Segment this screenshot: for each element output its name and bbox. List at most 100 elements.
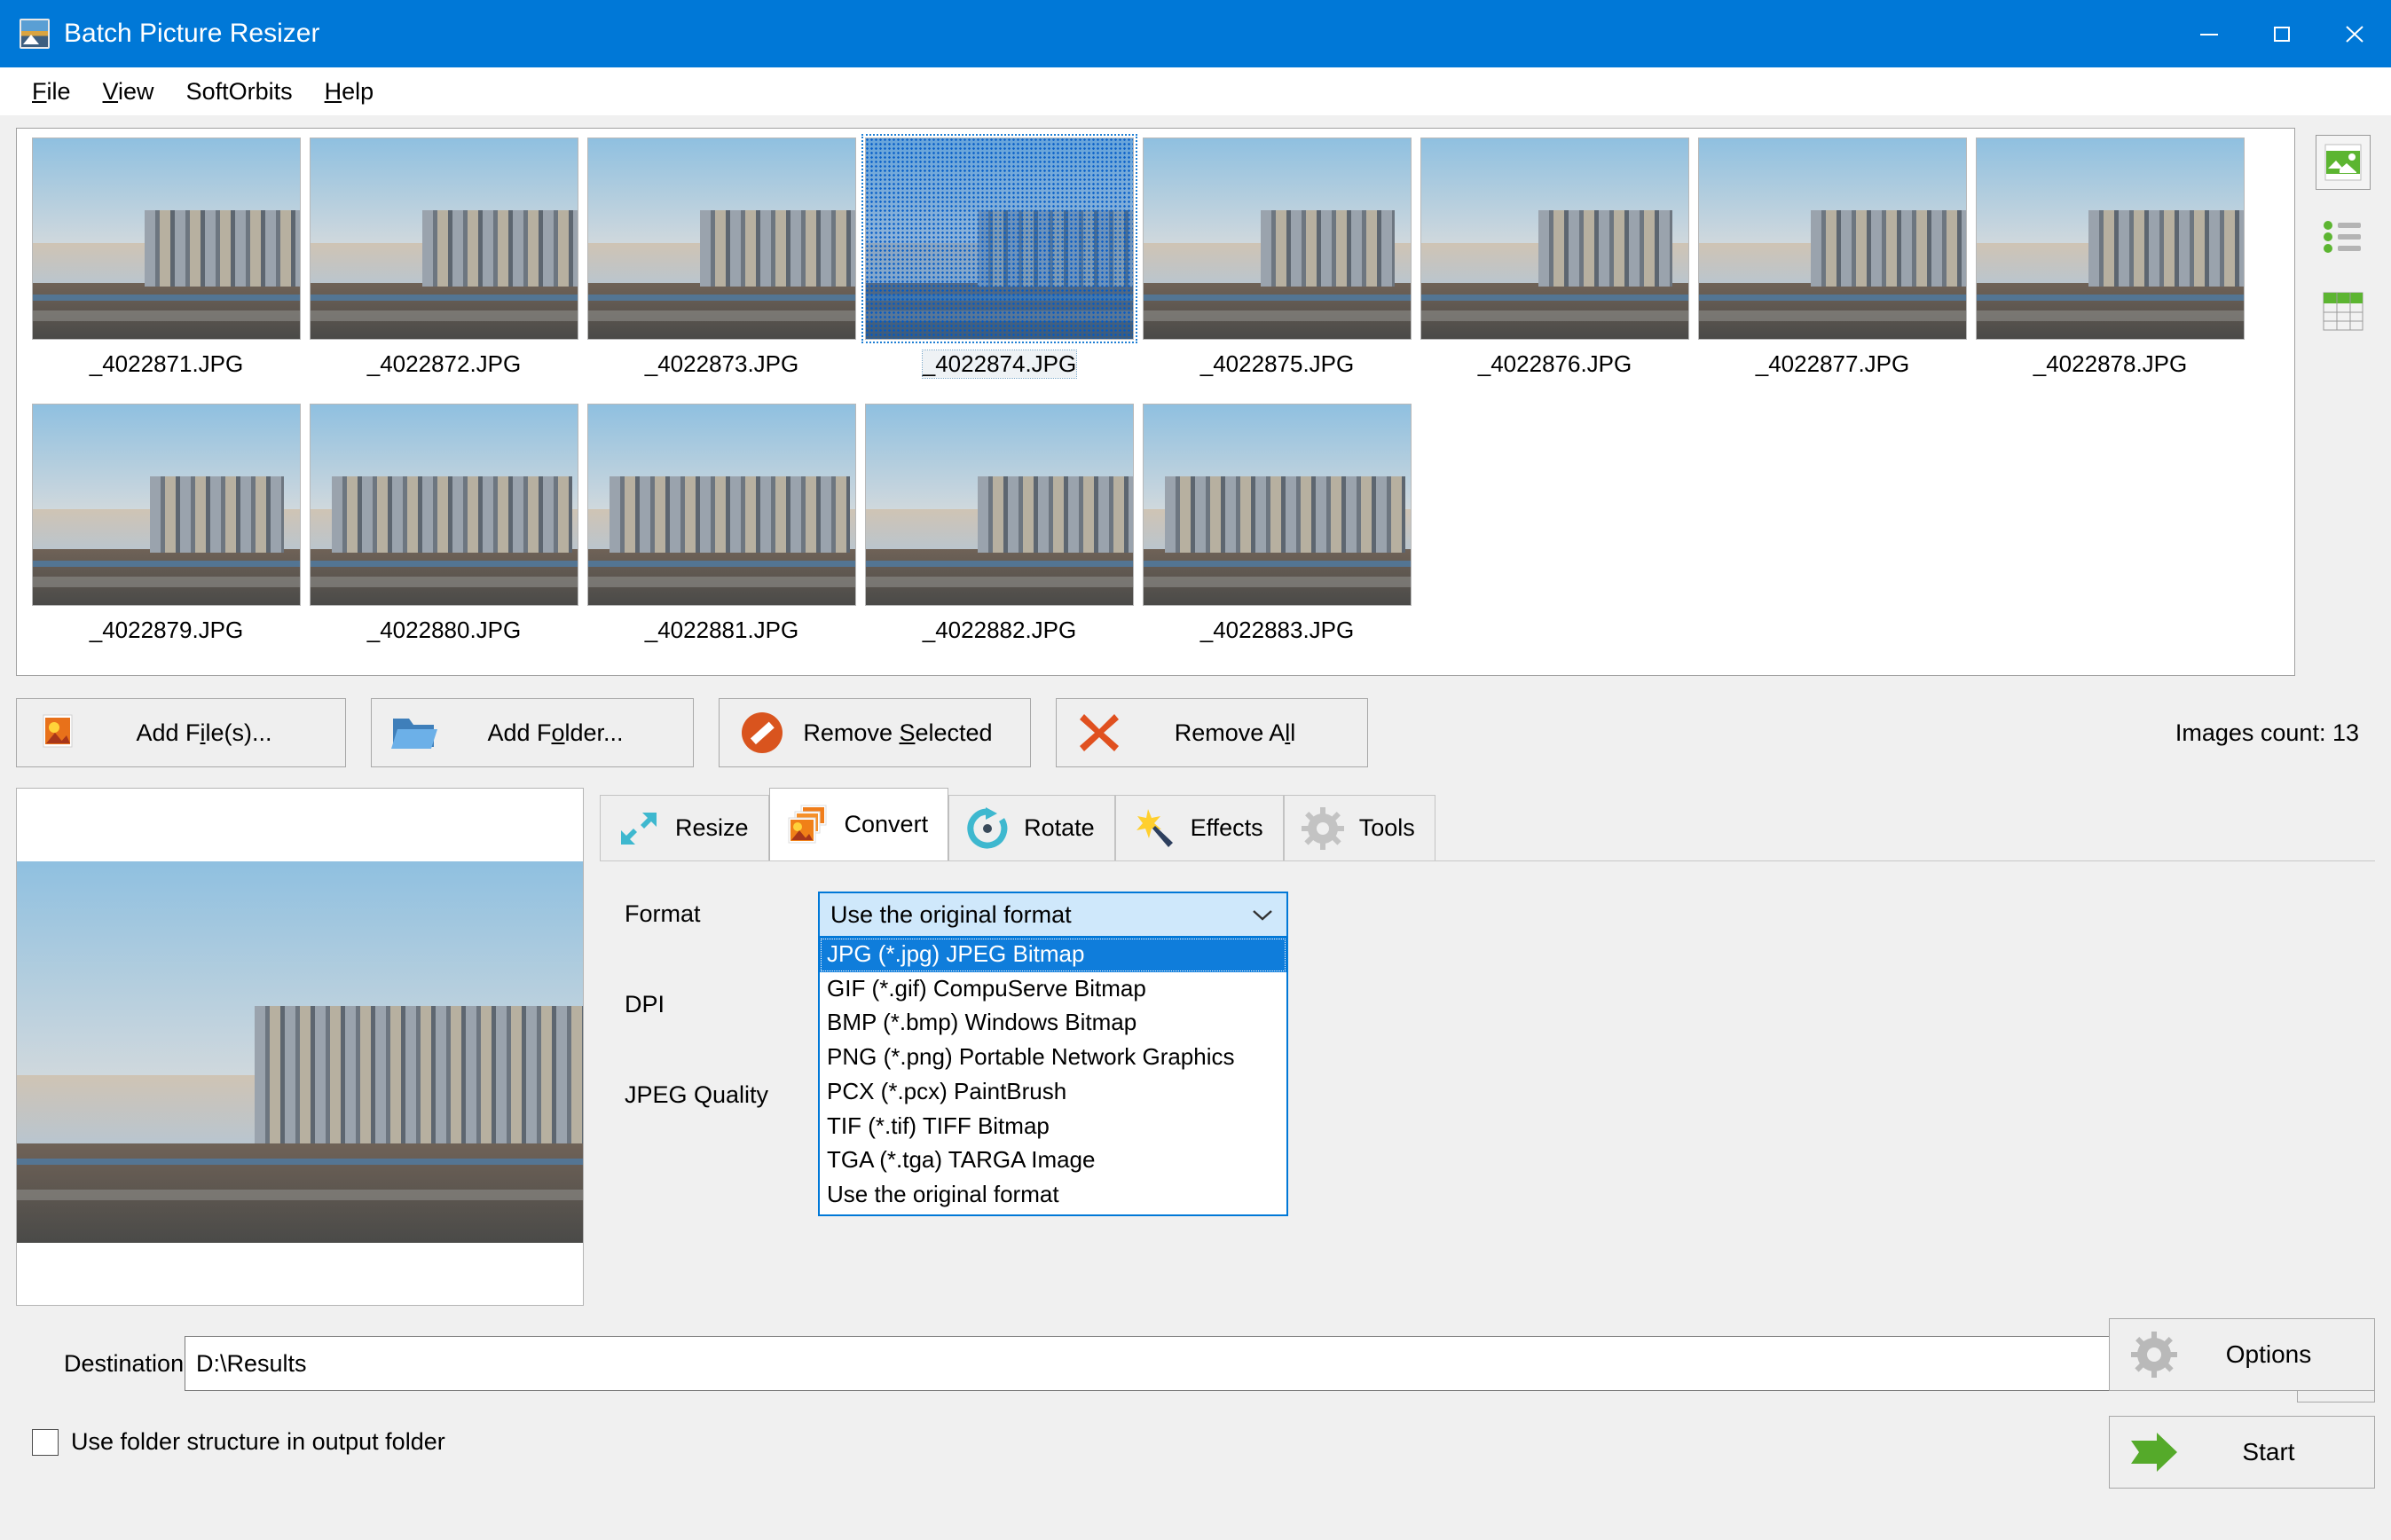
format-option[interactable]: TGA (*.tga) TARGA Image: [820, 1143, 1286, 1178]
menu-softorbits[interactable]: SoftOrbits: [170, 75, 309, 109]
list-view-icon[interactable]: [2316, 209, 2371, 264]
format-option[interactable]: PCX (*.pcx) PaintBrush: [820, 1075, 1286, 1110]
thumbnail-item[interactable]: _4022872.JPG: [305, 138, 583, 404]
gear-icon: [1299, 805, 1347, 852]
red-x-icon: [1073, 706, 1126, 759]
start-button[interactable]: Start: [2109, 1416, 2375, 1489]
thumbnail-list[interactable]: _4022871.JPG _4022872.JPG _4022873.JPG _402…: [16, 128, 2295, 676]
thumbnail-image: [587, 404, 856, 606]
thumbnail-filename: _4022876.JPG: [1477, 350, 1632, 377]
tab-label: Tools: [1358, 814, 1415, 841]
convert-images-icon: [784, 801, 832, 849]
thumbnail-item[interactable]: _4022874.JPG: [861, 134, 1138, 404]
menu-help[interactable]: Help: [309, 75, 390, 109]
preview-panel: [16, 788, 584, 1306]
format-combobox[interactable]: Use the original format: [818, 892, 1288, 938]
destination-input[interactable]: D:\Results: [185, 1336, 2276, 1391]
thumbnail-filename: _4022874.JPG: [921, 350, 1078, 379]
thumbnail-filename: _4022878.JPG: [2033, 350, 2188, 377]
format-option[interactable]: PNG (*.png) Portable Network Graphics: [820, 1041, 1286, 1075]
gear-icon: [2122, 1330, 2186, 1379]
thumbnail-image: [1976, 138, 2245, 340]
thumbnail-item[interactable]: _4022881.JPG: [583, 404, 861, 670]
thumbnail-item[interactable]: _4022871.JPG: [28, 138, 305, 404]
tab-effects[interactable]: Effects: [1114, 795, 1284, 860]
tab-strip: Resize Convert Rotate Effects Tools: [600, 788, 2375, 860]
tab-rotate[interactable]: Rotate: [948, 795, 1115, 860]
thumbnail-filename: _4022882.JPG: [922, 617, 1077, 643]
thumbnail-image: [1420, 138, 1689, 340]
thumbnail-image: [1698, 138, 1967, 340]
tab-label: Resize: [675, 814, 749, 841]
app-picture-icon: [20, 19, 50, 49]
options-start-group: Options Start: [2109, 1318, 2375, 1489]
use-folder-structure-label: Use folder structure in output folder: [71, 1428, 445, 1455]
tab-convert[interactable]: Convert: [768, 788, 949, 860]
thumbnail-image: [310, 404, 578, 606]
add-folder-button[interactable]: Add Folder...: [371, 698, 694, 767]
format-option[interactable]: GIF (*.gif) CompuServe Bitmap: [820, 972, 1286, 1007]
tab-label: Effects: [1190, 814, 1263, 841]
thumbnail-item[interactable]: _4022877.JPG: [1694, 138, 1971, 404]
folder-icon: [388, 706, 441, 759]
thumbnail-filename: _4022877.JPG: [1755, 350, 1910, 377]
remove-selected-button[interactable]: Remove Selected: [719, 698, 1031, 767]
thumbnail-item[interactable]: _4022879.JPG: [28, 404, 305, 670]
remove-selected-label: Remove Selected: [803, 719, 993, 746]
chevron-down-icon: [1247, 908, 1278, 922]
thumbnail-image: [32, 404, 301, 606]
close-icon[interactable]: [2318, 0, 2391, 67]
menu-view[interactable]: View: [87, 75, 170, 109]
minimize-icon[interactable]: [2173, 0, 2245, 67]
destination-label: Destination: [64, 1349, 185, 1377]
thumbnail-image: [587, 138, 856, 340]
format-label: Format: [625, 900, 701, 927]
thumbnail-view-icon[interactable]: [2316, 135, 2371, 190]
thumbnail-image: [865, 404, 1134, 606]
thumbnail-image: [861, 134, 1137, 343]
thumbnail-item[interactable]: _4022875.JPG: [1138, 138, 1416, 404]
format-combobox-value: Use the original format: [830, 900, 1072, 928]
thumbnail-item[interactable]: _4022873.JPG: [583, 138, 861, 404]
use-folder-structure-checkbox[interactable]: [32, 1428, 59, 1456]
tab-label: Convert: [844, 811, 929, 837]
start-label: Start: [2242, 1438, 2295, 1465]
lower-section: Resize Convert Rotate Effects Tools Format U…: [16, 788, 2375, 1306]
format-option[interactable]: TIF (*.tif) TIFF Bitmap: [820, 1110, 1286, 1144]
dpi-label: DPI: [625, 991, 665, 1018]
format-dropdown-list[interactable]: JPG (*.jpg) JPEG Bitmap GIF (*.gif) Compu…: [818, 938, 1288, 1216]
preview-image: [17, 861, 583, 1243]
view-mode-toolbar: [2311, 128, 2375, 676]
format-option[interactable]: BMP (*.bmp) Windows Bitmap: [820, 1006, 1286, 1041]
use-folder-structure-row[interactable]: Use folder structure in output folder: [16, 1428, 2375, 1456]
options-label: Options: [2225, 1340, 2312, 1368]
action-buttons-row: Add File(s)... Add Folder... Remove Sele…: [16, 695, 2375, 770]
thumbnail-item[interactable]: _4022878.JPG: [1971, 138, 2249, 404]
tab-tools[interactable]: Tools: [1283, 795, 1435, 860]
options-button[interactable]: Options: [2109, 1318, 2375, 1391]
thumbnail-item[interactable]: _4022876.JPG: [1416, 138, 1694, 404]
settings-panel: Resize Convert Rotate Effects Tools Format U…: [600, 788, 2375, 1306]
thumbnail-filename: _4022871.JPG: [89, 350, 244, 377]
magic-wand-icon: [1130, 805, 1178, 852]
thumbnail-item[interactable]: _4022880.JPG: [305, 404, 583, 670]
window-title: Batch Picture Resizer: [64, 19, 320, 48]
menu-bar: File View SoftOrbits Help: [0, 67, 2391, 115]
convert-tab-panel: Format Use the original format JPG (*.jp…: [600, 860, 2375, 1306]
add-files-button[interactable]: Add File(s)...: [16, 698, 346, 767]
destination-row: Destination D:\Results: [16, 1324, 2375, 1402]
maximize-icon[interactable]: [2245, 0, 2318, 67]
destination-value: D:\Results: [196, 1349, 307, 1377]
bottom-bar: Destination D:\Results Use folder struct…: [16, 1318, 2375, 1540]
menu-file[interactable]: File: [16, 75, 87, 109]
thumbnail-item[interactable]: _4022882.JPG: [861, 404, 1138, 670]
tab-resize[interactable]: Resize: [600, 795, 769, 860]
thumbnail-item[interactable]: _4022883.JPG: [1138, 404, 1416, 670]
thumbnail-filename: _4022875.JPG: [1199, 350, 1355, 377]
remove-all-button[interactable]: Remove All: [1056, 698, 1368, 767]
remove-all-label: Remove All: [1174, 719, 1296, 746]
format-option[interactable]: Use the original format: [820, 1178, 1286, 1213]
format-option[interactable]: JPG (*.jpg) JPEG Bitmap: [820, 938, 1286, 972]
thumbnail-filename: _4022873.JPG: [644, 350, 799, 377]
table-view-icon[interactable]: [2316, 284, 2371, 339]
